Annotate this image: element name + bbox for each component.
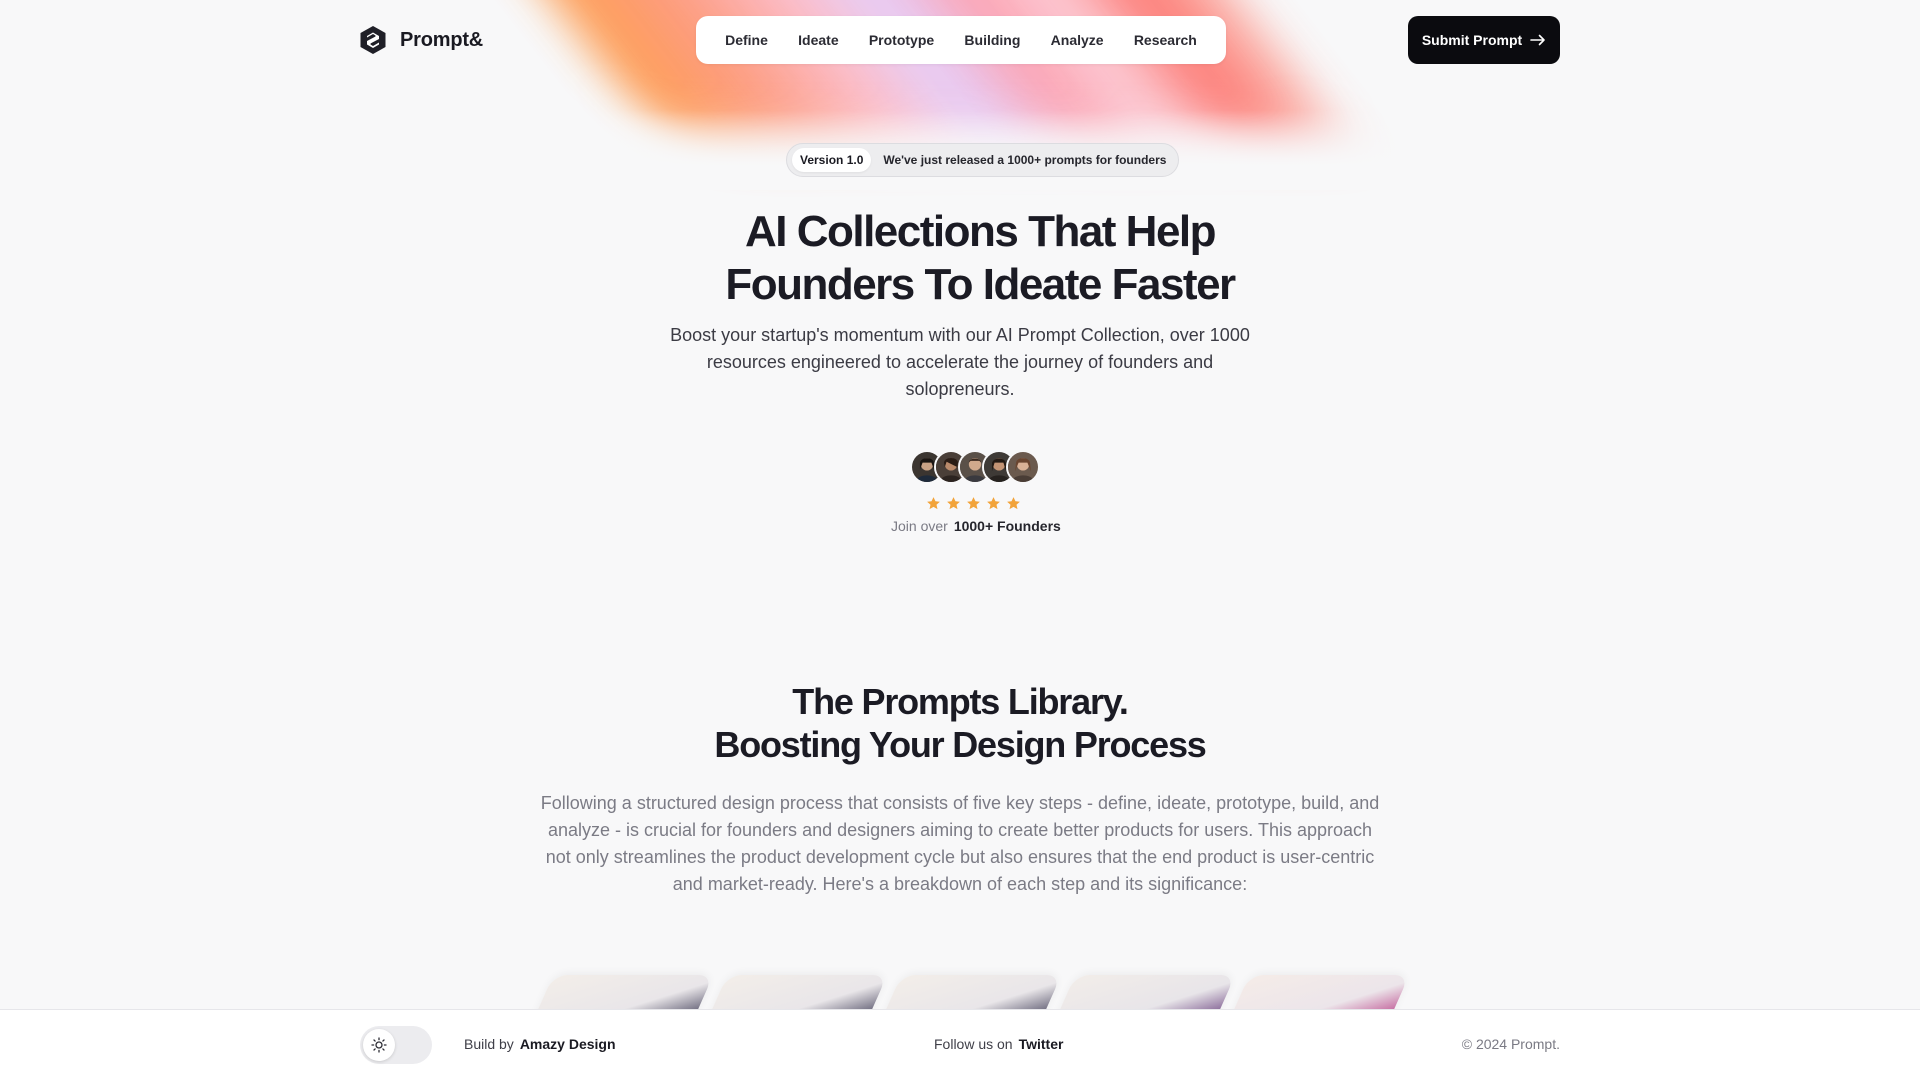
join-count: 1000+ Founders — [953, 518, 1061, 534]
main-nav: Define Ideate Prototype Building Analyze… — [696, 16, 1226, 64]
release-badge[interactable]: Version 1.0 We've just released a 1000+ … — [786, 143, 1180, 177]
version-tag: Version 1.0 — [792, 148, 872, 172]
twitter-link[interactable]: Twitter — [1019, 1036, 1064, 1052]
library-title: The Prompts Library. Boosting Your Desig… — [560, 680, 1360, 766]
brand-logo[interactable]: Prompt& — [358, 25, 483, 55]
star-icon — [947, 497, 960, 510]
star-icon — [987, 497, 1000, 510]
library-title-line-2: Boosting Your Design Process — [714, 724, 1206, 765]
build-credit: Build by Amazy Design — [464, 1036, 616, 1052]
toggle-knob — [363, 1029, 395, 1061]
submit-prompt-label: Submit Prompt — [1421, 32, 1523, 48]
nav-item-building[interactable]: Building — [964, 32, 1020, 48]
follow-credit: Follow us on Twitter — [934, 1036, 1063, 1052]
release-announcement: We've just released a 1000+ prompts for … — [883, 153, 1167, 167]
hero-title-line-1: AI Collections That Help — [744, 207, 1217, 256]
nav-item-analyze[interactable]: Analyze — [1051, 32, 1104, 48]
arrow-right-icon — [1530, 34, 1545, 46]
theme-toggle[interactable] — [360, 1026, 432, 1064]
nav-item-ideate[interactable]: Ideate — [798, 32, 838, 48]
build-prefix: Build by — [464, 1036, 514, 1052]
hero-subtitle: Boost your startup's momentum with our A… — [670, 325, 1250, 399]
amazy-design-link[interactable]: Amazy Design — [520, 1036, 616, 1052]
submit-prompt-button[interactable]: Submit Prompt — [1408, 16, 1560, 64]
sun-icon — [371, 1037, 387, 1053]
star-icon — [927, 497, 940, 510]
nav-item-prototype[interactable]: Prototype — [869, 32, 934, 48]
rating-stars — [926, 496, 1021, 511]
join-prefix: Join over — [891, 518, 948, 534]
follow-prefix: Follow us on — [934, 1036, 1013, 1052]
footer: Build by Amazy Design Follow us on Twitt… — [0, 1009, 1920, 1080]
library-description: Following a structured design process th… — [540, 793, 1380, 894]
page: Prompt& Define Ideate Prototype Building… — [0, 0, 1920, 1080]
star-icon — [1007, 497, 1020, 510]
hero-title-line-2: Founders To Ideate Faster — [725, 260, 1236, 309]
join-founders: Join over 1000+ Founders — [891, 518, 1061, 534]
brand-name: Prompt& — [400, 28, 484, 51]
nav-item-research[interactable]: Research — [1134, 32, 1197, 48]
nav-item-define[interactable]: Define — [725, 32, 768, 48]
copyright: © 2024 Prompt. — [1461, 1036, 1560, 1052]
library-title-line-1: The Prompts Library. — [792, 681, 1129, 722]
founder-avatars — [910, 450, 1040, 484]
hero-title: AI Collections That Help Founders To Ide… — [560, 205, 1400, 311]
avatar — [1006, 450, 1040, 484]
hexagon-s-logo-icon — [360, 26, 386, 54]
star-icon — [967, 497, 980, 510]
